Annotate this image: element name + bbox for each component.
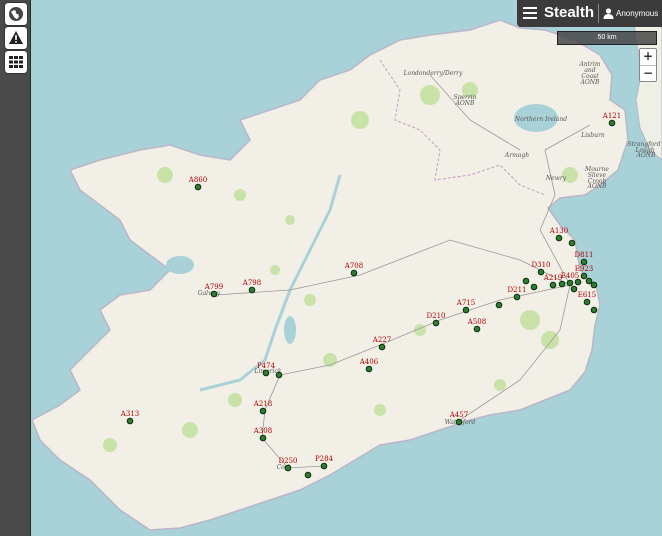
point-marker[interactable] [248,286,256,294]
point-marker[interactable] [590,306,598,314]
point-marker[interactable] [513,293,521,301]
point-label: A406 [359,358,379,366]
place-label: AONB [580,79,601,86]
grid-icon [9,56,23,68]
point-marker[interactable] [558,280,566,288]
point-marker[interactable] [580,272,588,280]
point-marker[interactable] [126,417,134,425]
point-marker[interactable] [590,281,598,289]
point-marker[interactable] [495,301,503,309]
point-marker[interactable] [566,279,574,287]
point-marker[interactable] [284,464,292,472]
point-marker[interactable] [568,239,576,247]
point-marker[interactable] [530,283,538,291]
point-label: A313 [120,410,139,418]
point-label: A457 [449,411,468,419]
point-marker[interactable] [378,343,386,351]
point-label: D211 [508,286,527,294]
point-marker[interactable] [549,281,557,289]
lough-derg [284,316,296,344]
map[interactable]: Londonderry/DerrySperrinAONBAntrimandCoa… [0,0,662,536]
point-label: A219 [543,274,562,282]
user-name[interactable]: Anonymous [616,9,658,18]
point-label: A308 [253,427,272,435]
point-marker[interactable] [210,290,218,298]
zoom-control: + − [639,48,657,82]
point-label: E405 [561,272,579,280]
point-marker[interactable] [455,418,463,426]
point-marker[interactable] [259,434,267,442]
zoom-out-button[interactable]: − [640,65,656,82]
point-label: A860 [188,176,207,184]
user-icon [603,8,614,19]
point-label: E615 [578,291,596,299]
grid-button[interactable] [4,50,28,74]
point-label: D811 [575,251,594,259]
place-label: Newry [545,175,567,182]
zoom-in-button[interactable]: + [640,49,656,65]
place-label: Armagh [504,152,529,159]
point-marker[interactable] [262,369,270,377]
point-marker[interactable] [570,285,578,293]
point-label: D310 [532,261,551,269]
place-label: AONB [455,100,476,107]
point-label: A799 [204,283,223,291]
scale-bar: 50 km [557,31,657,45]
point-marker[interactable] [522,277,530,285]
globe-button[interactable] [4,2,28,26]
place-label: Northern Ireland [514,116,567,123]
point-label: A508 [467,318,486,326]
top-bar: Stealth Anonymous [517,0,662,27]
point-label: A715 [456,299,475,307]
point-label: A708 [344,262,363,270]
app-title: Stealth [544,4,595,21]
lough-corrib [166,256,194,274]
point-marker[interactable] [304,471,312,479]
point-label: D210 [427,312,446,320]
place-label: Londonderry/Derry [403,70,463,77]
warning-button[interactable] [4,26,28,50]
point-marker[interactable] [462,306,470,314]
point-label: A798 [242,279,261,287]
left-toolbar [0,0,31,536]
point-label: D250 [279,457,298,465]
point-marker[interactable] [365,365,373,373]
point-marker[interactable] [555,234,563,242]
point-label: A121 [602,112,621,120]
divider [598,4,599,23]
point-label: A227 [372,336,391,344]
point-marker[interactable] [259,407,267,415]
point-marker[interactable] [580,258,588,266]
hamburger-menu-icon[interactable] [523,7,537,19]
point-marker[interactable] [574,278,582,286]
warning-icon [9,31,23,44]
point-label: P474 [257,362,276,370]
point-label: P284 [315,455,334,463]
globe-icon [9,7,23,21]
place-label: AONB [587,183,608,190]
point-marker[interactable] [473,325,481,333]
point-marker[interactable] [194,183,202,191]
point-marker[interactable] [585,277,593,285]
point-marker[interactable] [275,371,283,379]
place-label: AONB [636,152,657,159]
point-marker[interactable] [583,298,591,306]
place-label: Lisburn [580,132,605,139]
point-marker[interactable] [320,462,328,470]
point-label: A130 [549,227,568,235]
point-label: A218 [253,400,272,408]
point-marker[interactable] [432,319,440,327]
point-marker[interactable] [350,269,358,277]
point-marker[interactable] [608,119,616,127]
place-label: Galway [198,290,221,297]
